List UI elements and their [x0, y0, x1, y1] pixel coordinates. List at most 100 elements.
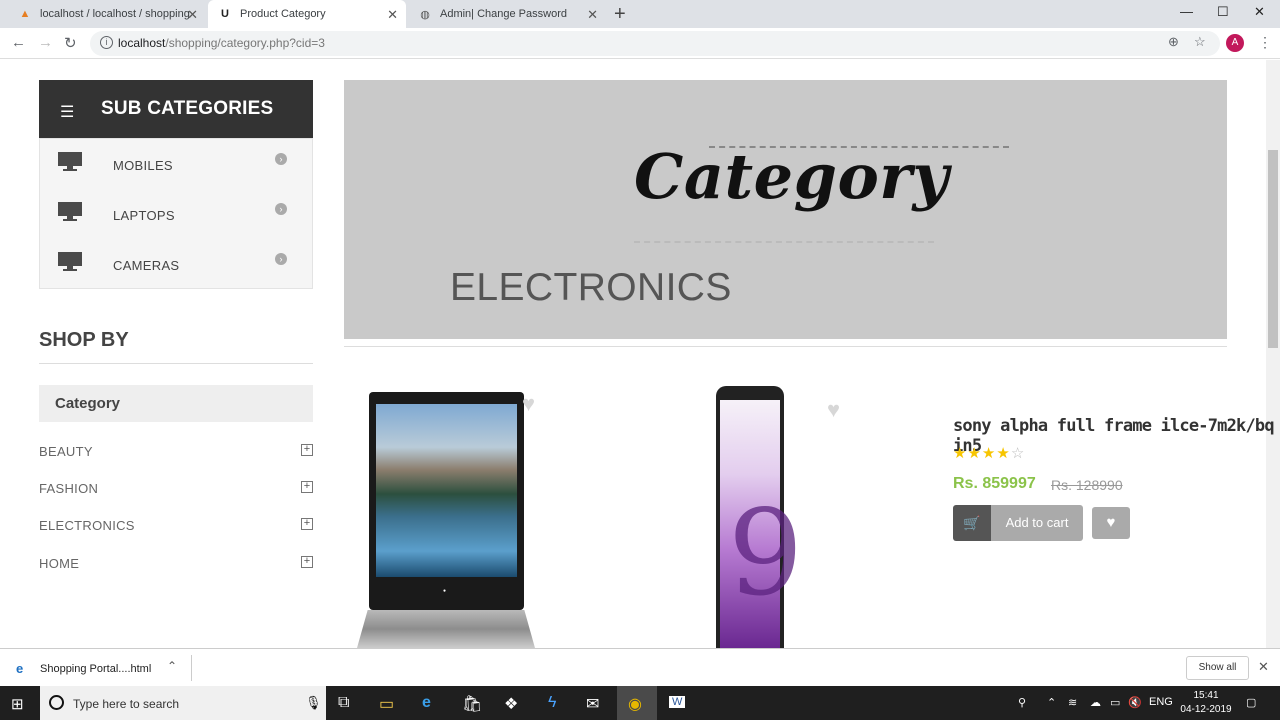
close-tab-icon[interactable]: ✕ [387, 7, 398, 23]
url-field[interactable]: i localhost/shopping/category.php?cid=3 … [90, 31, 1220, 56]
product-price: Rs. 859997 [953, 475, 1036, 492]
windows-start-icon[interactable]: ⊞ [11, 695, 24, 713]
volume-muted-icon[interactable]: 🔇 [1128, 696, 1142, 709]
product-old-price: Rs. 128990 [1051, 477, 1123, 493]
category-label[interactable]: ELECTRONICS [39, 518, 135, 533]
arrow-circle-right-icon: › [275, 253, 287, 265]
wifi-icon[interactable]: ≋ [1068, 696, 1077, 709]
microphone-icon[interactable]: 🎙 [305, 695, 322, 711]
close-window-icon[interactable]: ✕ [1254, 4, 1265, 20]
expand-plus-icon[interactable]: + [301, 556, 313, 568]
category-item-beauty[interactable]: BEAUTY + [39, 442, 313, 462]
tab-admin-change-password[interactable]: ◍ Admin| Change Password ✕ [408, 0, 606, 28]
cloud-icon[interactable]: ☁ [1090, 696, 1101, 709]
subcategory-item-cameras[interactable]: CAMERAS › [40, 239, 312, 289]
reload-icon[interactable]: ↻ [64, 34, 77, 52]
subcategory-label: CAMERAS [113, 258, 180, 273]
category-label[interactable]: FASHION [39, 481, 98, 496]
download-file-name[interactable]: Shopping Portal....html [40, 663, 151, 675]
globe-icon: ◍ [420, 8, 430, 21]
product-image-laptop[interactable]: ● [357, 390, 535, 648]
expand-plus-icon[interactable]: + [301, 444, 313, 456]
category-label[interactable]: HOME [39, 556, 79, 571]
divider [39, 363, 313, 364]
close-tab-icon[interactable]: ✕ [187, 7, 198, 23]
edge-icon[interactable]: e [422, 694, 431, 712]
html-file-icon: e [16, 661, 24, 676]
laptop-screen [376, 404, 517, 577]
tab-title: localhost / localhost / shopping [40, 8, 190, 20]
arrow-circle-right-icon: › [275, 153, 287, 165]
language-indicator[interactable]: ENG [1149, 696, 1173, 708]
file-explorer-icon[interactable]: ▭ [379, 694, 394, 714]
product-image-phone[interactable]: 9 [716, 386, 803, 648]
back-icon[interactable]: ← [11, 34, 26, 51]
show-all-button[interactable]: Show all [1186, 656, 1249, 680]
desktop-icon [58, 200, 82, 222]
bookmark-star-icon[interactable]: ☆ [1194, 34, 1206, 50]
new-tab-icon[interactable]: + [614, 3, 626, 26]
page-scrollbar[interactable] [1266, 60, 1280, 648]
laptop-keyboard-base [357, 610, 535, 648]
taskbar-clock[interactable]: 15:41 04-12-2019 [1178, 689, 1234, 717]
category-item-fashion[interactable]: FASHION + [39, 479, 313, 499]
zoom-icon[interactable]: ⊕ [1168, 34, 1179, 50]
site-info-icon[interactable]: i [100, 36, 113, 49]
arrow-circle-right-icon: › [275, 203, 287, 215]
url-path: /shopping/category.php?cid=3 [165, 36, 325, 50]
subcategory-item-laptops[interactable]: LAPTOPS › [40, 189, 312, 239]
browser-menu-icon[interactable]: ⋮ [1258, 34, 1272, 51]
chevron-up-icon[interactable]: ⌃ [167, 659, 177, 673]
subcategory-label: MOBILES [113, 158, 173, 173]
store-icon[interactable]: 🛍 [462, 694, 482, 714]
list-menu-icon: ☰ [60, 104, 75, 121]
word-icon[interactable]: W [669, 696, 686, 708]
cart-icon[interactable]: 🛒 [953, 505, 991, 541]
tab-product-category[interactable]: U Product Category ✕ [208, 0, 406, 28]
taskbar-search[interactable]: Type here to search 🎙 [40, 686, 326, 720]
tab-title: Product Category [240, 8, 326, 20]
divider [191, 655, 192, 681]
expand-plus-icon[interactable]: + [301, 481, 313, 493]
category-filter-header: Category [39, 385, 313, 422]
url-text: localhost/shopping/category.php?cid=3 [118, 36, 325, 50]
chrome-icon[interactable]: ◉ [628, 694, 642, 714]
laptop-lid: ● [369, 392, 524, 610]
category-label[interactable]: BEAUTY [39, 444, 93, 459]
notifications-icon[interactable]: ▢ [1246, 696, 1256, 709]
shop-by-title: SHOP BY [39, 329, 129, 351]
subcategory-item-mobiles[interactable]: MOBILES › [40, 139, 312, 189]
dropbox-icon[interactable]: ❖ [504, 694, 518, 714]
maximize-icon[interactable]: ☐ [1217, 4, 1229, 20]
wishlist-heart-icon[interactable]: ♥ [522, 391, 535, 417]
forward-icon[interactable]: → [38, 34, 53, 51]
close-tab-icon[interactable]: ✕ [587, 7, 598, 23]
star-filled-icon: ★ [953, 445, 968, 462]
category-name: ELECTRONICS [450, 266, 732, 309]
add-to-cart-button[interactable]: Add to cart [991, 505, 1083, 541]
battery-icon[interactable]: ▭ [1110, 696, 1120, 709]
address-bar: ← → ↻ i localhost/shopping/category.php?… [0, 28, 1280, 59]
wishlist-heart-icon[interactable]: ♥ [827, 397, 840, 423]
category-item-electronics[interactable]: ELECTRONICS + [39, 516, 313, 536]
page-u-icon: U [221, 8, 229, 20]
people-icon[interactable]: ⚲ [1018, 696, 1026, 709]
chevron-up-icon[interactable]: ⌃ [1047, 696, 1056, 709]
category-banner: Category ELECTRONICS [344, 80, 1227, 339]
desktop-icon [58, 250, 82, 272]
minimize-icon[interactable]: — [1180, 4, 1193, 19]
desktop-icon [58, 150, 82, 172]
tab-phpmyadmin[interactable]: ▲ localhost / localhost / shopping ✕ [8, 0, 206, 28]
profile-avatar[interactable]: A [1226, 34, 1244, 52]
category-item-home[interactable]: HOME + [39, 554, 313, 574]
task-view-icon[interactable]: ⧉ [338, 694, 349, 712]
wishlist-button[interactable]: ♥ [1092, 507, 1130, 539]
close-downloads-icon[interactable]: ✕ [1258, 659, 1269, 675]
subcategory-label: LAPTOPS [113, 208, 175, 223]
mail-icon[interactable]: ✉ [586, 694, 599, 714]
phpmyadmin-icon: ▲ [19, 8, 31, 20]
scrollbar-thumb[interactable] [1268, 150, 1278, 348]
clock-time: 15:41 [1193, 690, 1219, 701]
app-bolt-icon[interactable]: ϟ [548, 694, 556, 712]
expand-plus-icon[interactable]: + [301, 518, 313, 530]
